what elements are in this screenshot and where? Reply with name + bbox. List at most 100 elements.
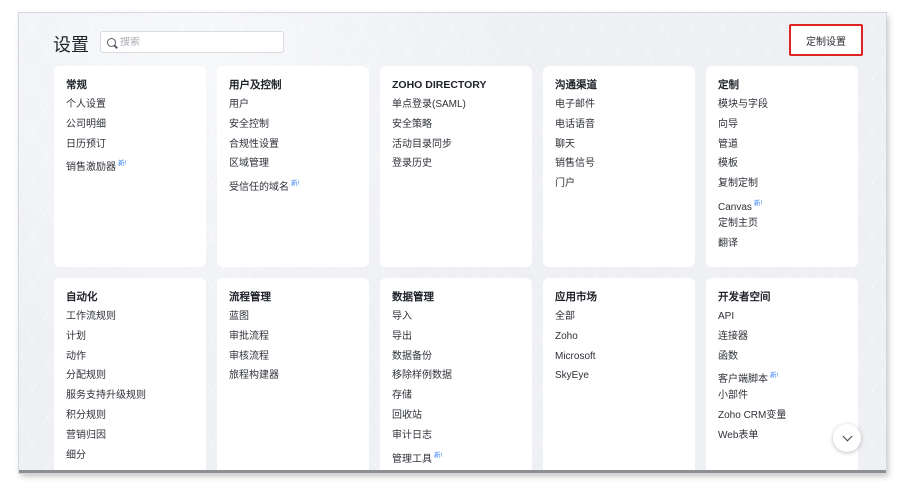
settings-link[interactable]: 数据备份	[392, 351, 532, 371]
settings-link[interactable]: 向导	[718, 119, 858, 139]
settings-link[interactable]: 销售激励器 新!	[66, 158, 206, 178]
scroll-down-button[interactable]	[833, 424, 861, 452]
settings-link-label: 管道	[718, 138, 738, 150]
settings-link[interactable]: 销售信号	[555, 158, 695, 178]
page-title: 设置	[53, 35, 89, 55]
settings-link[interactable]: 小部件	[718, 390, 858, 410]
settings-link-list: 用户安全控制 合规性设置 区域管理受信任的域名 新!	[229, 99, 369, 198]
settings-link[interactable]: 细分	[66, 450, 206, 470]
settings-link[interactable]: 个人设置	[66, 99, 206, 119]
settings-link[interactable]: 导入	[392, 311, 532, 331]
settings-link[interactable]: 蓝图	[229, 311, 369, 331]
search-icon	[107, 37, 116, 47]
settings-link-list: 导入 导出 数据备份 移除样例数据 存储回收站审计日志 管理工具 新!	[392, 311, 532, 469]
settings-link-label: 计划	[66, 330, 86, 342]
settings-link-label: Zoho CRM变量	[718, 409, 787, 421]
settings-link[interactable]: Zoho	[555, 331, 695, 351]
new-badge: 新!	[753, 199, 763, 207]
settings-link-label: 区域管理	[229, 158, 269, 170]
settings-link[interactable]: 客户端脚本 新!	[718, 370, 858, 390]
settings-link[interactable]: 计划	[66, 331, 206, 351]
settings-link[interactable]: 动作	[66, 351, 206, 371]
settings-link-label: 小部件	[718, 390, 748, 402]
settings-link-label: 管理工具	[392, 453, 432, 465]
new-badge: 新!	[118, 160, 127, 168]
settings-page: 设置 定制设置 常规个人设置公司明细日历预订销售激励器新!用户及控制用户安全控制…	[19, 13, 886, 473]
settings-link-label: 聊天	[555, 138, 575, 150]
settings-link[interactable]: API	[718, 311, 858, 331]
settings-link[interactable]: 定制主页	[718, 218, 858, 238]
settings-link[interactable]: 管理工具 新!	[392, 450, 532, 470]
settings-link[interactable]: 连接器	[718, 331, 858, 351]
settings-link[interactable]: 函数	[718, 351, 858, 371]
settings-link[interactable]: 合规性设置	[229, 139, 369, 159]
settings-link[interactable]: 门户	[555, 178, 695, 198]
settings-link[interactable]: 安全策略	[392, 119, 532, 139]
settings-link-label: 审批流程	[229, 330, 269, 342]
settings-link[interactable]: 管道	[718, 139, 858, 159]
settings-link[interactable]: 翻译	[718, 238, 858, 258]
settings-link-label: Web表单	[718, 429, 759, 441]
settings-link-label: 存储	[392, 390, 412, 402]
settings-link[interactable]: 存储	[392, 390, 532, 410]
card-title: ZOHO DIRECTORY	[392, 79, 487, 91]
settings-link[interactable]: 营销归因	[66, 430, 206, 450]
settings-link-label: 回收站	[392, 409, 422, 421]
settings-link[interactable]: 导出	[392, 331, 532, 351]
settings-link[interactable]: 日历预订	[66, 139, 206, 159]
settings-link-label: 用户	[229, 99, 249, 110]
settings-link-label: 工作流规则	[66, 311, 116, 322]
settings-link[interactable]: 服务支持升级规则	[66, 390, 206, 410]
settings-card: 数据管理导入 导出 数据备份 移除样例数据 存储回收站审计日志 管理工具 新!	[380, 278, 532, 473]
settings-card: 用户及控制 用户 安全控制 合规性设置 区域管理 受信任的域名 新!	[217, 66, 369, 267]
settings-link[interactable]: 电话语音	[555, 119, 695, 139]
settings-link-label: 日历预订	[66, 138, 106, 150]
card-title: 自动化	[66, 291, 98, 303]
settings-link[interactable]: 受信任的域名 新!	[229, 178, 369, 198]
settings-link[interactable]: 工作流规则	[66, 311, 206, 331]
settings-link-label: 受信任的域名	[229, 182, 289, 194]
settings-link[interactable]: 分配规则	[66, 370, 206, 390]
settings-link[interactable]: 用户	[229, 99, 369, 119]
card-title: 数据管理	[392, 291, 434, 303]
settings-link-label: 电话语音	[555, 118, 595, 130]
settings-link-label: 登录历史	[392, 158, 432, 170]
settings-link[interactable]: 审计日志	[392, 430, 532, 450]
settings-link[interactable]: 积分规则	[66, 410, 206, 430]
settings-link[interactable]: 聊天	[555, 139, 695, 159]
settings-link[interactable]: 电子邮件	[555, 99, 695, 119]
new-badge: 新!	[770, 372, 779, 380]
settings-link-label: 个人设置	[66, 99, 106, 110]
settings-link[interactable]: 移除样例数据	[392, 370, 532, 390]
customize-settings-button[interactable]: 定制设置	[789, 24, 863, 56]
settings-link[interactable]: 复制定制	[718, 178, 858, 198]
settings-link[interactable]: Canvas 新!	[718, 198, 858, 218]
settings-link[interactable]: 模板	[718, 158, 858, 178]
settings-link[interactable]: 单点登录(SAML)	[392, 99, 532, 119]
settings-link-label: 营销归因	[66, 429, 106, 441]
settings-card: 常规 个人设置 公司明细 日历预订 销售激励器 新!	[54, 66, 206, 267]
settings-link[interactable]: 安全控制	[229, 119, 369, 139]
settings-link[interactable]: 审核流程	[229, 351, 369, 371]
settings-link[interactable]: 全部	[555, 311, 695, 331]
card-title: 沟通渠道	[555, 79, 597, 91]
settings-link-label: Canvas	[718, 201, 752, 213]
settings-link[interactable]: 回收站	[392, 410, 532, 430]
settings-link-label: 活动目录同步	[392, 138, 452, 150]
settings-link[interactable]: 公司明细	[66, 119, 206, 139]
settings-link[interactable]: 活动目录同步	[392, 139, 532, 159]
settings-link[interactable]: 审批流程	[229, 331, 369, 351]
settings-link[interactable]: 旅程构建器	[229, 370, 369, 390]
search-input[interactable]	[120, 36, 270, 48]
settings-link[interactable]: 模块与字段	[718, 99, 858, 119]
settings-link-label: 模块与字段	[718, 99, 768, 110]
settings-card: ZOHO DIRECTORY 单点登录(SAML) 安全策略 活动目录同步 登录历史	[380, 66, 532, 267]
settings-link[interactable]: Microsoft	[555, 351, 695, 371]
settings-link[interactable]: 区域管理	[229, 158, 369, 178]
search-box[interactable]	[100, 31, 284, 53]
settings-link[interactable]: SkyEye	[555, 370, 695, 390]
settings-link-list: 工作流规则计划动作 分配规则 服务支持升级规则 积分规则 营销归因细分	[66, 311, 206, 469]
settings-link-label: 翻译	[718, 237, 738, 249]
settings-link-label: API	[718, 311, 735, 322]
settings-link[interactable]: 登录历史	[392, 158, 532, 178]
